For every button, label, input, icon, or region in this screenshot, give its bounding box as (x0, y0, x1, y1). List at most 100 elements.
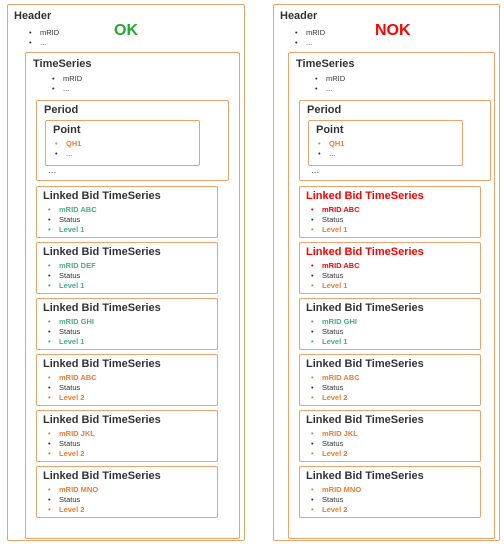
linked-bid-field-list: mRID MNO Status Level 2 (310, 485, 361, 515)
list-item: mRID JKL (310, 429, 358, 439)
list-item: Status (47, 327, 94, 337)
period-ellipsis: ... (311, 165, 320, 176)
list-item: mRID DEF (47, 261, 96, 271)
period-box: Period Point QH1 ... ... (36, 100, 229, 181)
list-item: Level 1 (310, 281, 360, 291)
list-item: Level 1 (47, 281, 96, 291)
list-item: mRID ABC (310, 261, 360, 271)
list-item: mRID (294, 28, 325, 38)
linked-bid-box: Linked Bid TimeSeries mRID ABC Status Le… (36, 186, 218, 238)
list-item: Level 2 (310, 449, 358, 459)
header-title: Header (14, 10, 52, 22)
list-item: Status (310, 327, 357, 337)
period-ellipsis: ... (48, 165, 57, 176)
linked-bid-box: Linked Bid TimeSeries mRID ABC Status Le… (299, 242, 481, 294)
point-box: Point QH1 ... (308, 120, 463, 166)
header-field-list: mRID ... (28, 28, 59, 48)
list-item: QH1 (317, 139, 344, 149)
linked-bid-box: Linked Bid TimeSeries mRID ABC Status Le… (299, 354, 481, 406)
list-item: Level 2 (47, 449, 95, 459)
linked-bid-field-list: mRID GHI Status Level 1 (47, 317, 94, 347)
point-box: Point QH1 ... (45, 120, 200, 166)
linked-bid-box: Linked Bid TimeSeries mRID ABC Status Le… (36, 354, 218, 406)
linked-bid-field-list: mRID DEF Status Level 1 (47, 261, 96, 291)
list-item: ... (317, 149, 344, 159)
list-item: Status (47, 271, 96, 281)
list-item: QH1 (54, 139, 81, 149)
list-item: ... (54, 149, 81, 159)
list-item: mRID ABC (47, 373, 97, 383)
linked-bid-box: Linked Bid TimeSeries mRID MNO Status Le… (36, 466, 218, 518)
point-title: Point (53, 124, 81, 136)
linked-bid-field-list: mRID ABC Status Level 1 (47, 205, 97, 235)
timeseries-box: TimeSeries mRID ... Period Point QH1 ...… (288, 52, 495, 539)
linked-bid-title: Linked Bid TimeSeries (306, 190, 424, 202)
header-field-list: mRID ... (294, 28, 325, 48)
list-item: mRID MNO (310, 485, 361, 495)
linked-bid-field-list: mRID GHI Status Level 1 (310, 317, 357, 347)
linked-bid-title: Linked Bid TimeSeries (306, 358, 424, 370)
linked-bid-box: Linked Bid TimeSeries mRID DEF Status Le… (36, 242, 218, 294)
linked-bid-box: Linked Bid TimeSeries mRID GHI Status Le… (299, 298, 481, 350)
linked-bid-box: Linked Bid TimeSeries mRID MNO Status Le… (299, 466, 481, 518)
list-item: mRID MNO (47, 485, 98, 495)
list-item: Level 2 (47, 393, 97, 403)
period-box: Period Point QH1 ... ... (299, 100, 491, 181)
header-title: Header (280, 10, 318, 22)
point-field-list: QH1 ... (54, 139, 81, 159)
linked-bid-title: Linked Bid TimeSeries (43, 470, 161, 482)
list-item: Level 1 (47, 337, 94, 347)
list-item: Level 2 (310, 505, 361, 515)
list-item: mRID GHI (310, 317, 357, 327)
list-item: ... (314, 84, 345, 94)
linked-bid-field-list: mRID JKL Status Level 2 (310, 429, 358, 459)
linked-bid-box: Linked Bid TimeSeries mRID ABC Status Le… (299, 186, 481, 238)
list-item: Status (47, 215, 97, 225)
list-item: Status (47, 383, 97, 393)
linked-bid-field-list: mRID ABC Status Level 1 (310, 205, 360, 235)
list-item: mRID ABC (310, 205, 360, 215)
linked-bid-field-list: mRID ABC Status Level 2 (47, 373, 97, 403)
list-item: mRID (314, 74, 345, 84)
linked-bid-field-list: mRID JKL Status Level 2 (47, 429, 95, 459)
list-item: Level 1 (47, 225, 97, 235)
list-item: mRID JKL (47, 429, 95, 439)
linked-bid-title: Linked Bid TimeSeries (306, 246, 424, 258)
linked-bid-title: Linked Bid TimeSeries (43, 358, 161, 370)
list-item: Level 1 (310, 337, 357, 347)
list-item: Level 2 (47, 505, 98, 515)
linked-bid-title: Linked Bid TimeSeries (306, 302, 424, 314)
list-item: mRID GHI (47, 317, 94, 327)
timeseries-title: TimeSeries (33, 58, 92, 70)
list-item: Status (47, 495, 98, 505)
point-title: Point (316, 124, 344, 136)
linked-bid-title: Linked Bid TimeSeries (306, 470, 424, 482)
list-item: ... (294, 38, 325, 48)
linked-bid-title: Linked Bid TimeSeries (43, 190, 161, 202)
linked-bid-field-list: mRID MNO Status Level 2 (47, 485, 98, 515)
list-item: Status (310, 383, 360, 393)
timeseries-title: TimeSeries (296, 58, 355, 70)
period-title: Period (44, 104, 79, 116)
list-item: ... (28, 38, 59, 48)
linked-bid-field-list: mRID ABC Status Level 1 (310, 261, 360, 291)
list-item: Status (310, 495, 361, 505)
point-field-list: QH1 ... (317, 139, 344, 159)
header-box: Header OK mRID ... TimeSeries mRID ... P… (7, 4, 245, 541)
linked-bid-box: Linked Bid TimeSeries mRID GHI Status Le… (36, 298, 218, 350)
list-item: ... (51, 84, 82, 94)
period-title: Period (307, 104, 342, 116)
header-box: Header NOK mRID ... TimeSeries mRID ... … (273, 4, 500, 541)
timeseries-field-list: mRID ... (51, 74, 82, 94)
list-item: Status (47, 439, 95, 449)
timeseries-field-list: mRID ... (314, 74, 345, 94)
timeseries-box: TimeSeries mRID ... Period Point QH1 ...… (25, 52, 240, 539)
linked-bid-field-list: mRID ABC Status Level 2 (310, 373, 360, 403)
linked-bid-box: Linked Bid TimeSeries mRID JKL Status Le… (299, 410, 481, 462)
status-label: NOK (375, 22, 411, 39)
linked-bid-title: Linked Bid TimeSeries (43, 302, 161, 314)
linked-bid-title: Linked Bid TimeSeries (43, 246, 161, 258)
list-item: Status (310, 215, 360, 225)
list-item: Level 2 (310, 393, 360, 403)
list-item: mRID ABC (47, 205, 97, 215)
